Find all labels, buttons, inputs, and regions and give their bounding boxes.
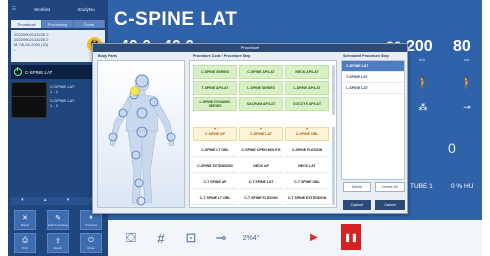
ma-unit: mA	[419, 57, 425, 62]
procedure-step[interactable]: C-SPINE FLEXION	[285, 143, 329, 157]
procedure-step[interactable]: C-T SPINE AP	[193, 175, 237, 189]
print-label: Print	[21, 245, 29, 250]
procedure-step-grid: C-SPINE AP C-SPINE LAT C-SPINE OBL C-SPI…	[193, 127, 329, 205]
ms-value[interactable]: 80	[453, 38, 471, 56]
procedure-code[interactable]: C-SPINE AP/LAT	[239, 65, 283, 79]
hu-label: 0 % HU	[451, 183, 474, 190]
procedure-code-scrollbar[interactable]	[332, 65, 335, 115]
series-thumbnail[interactable]	[11, 96, 47, 118]
procedure-step[interactable]: C-SPINE LAT	[239, 127, 283, 141]
scheduled-header: Scheduled Procedure Step	[343, 54, 389, 58]
left-tabs: Thumbnail Processing Guide	[11, 20, 105, 28]
angle-chip[interactable]: 2%4°	[236, 235, 266, 242]
reject-label: Reject	[20, 222, 30, 227]
procedure-step[interactable]: C-T SPINE LT OBL	[193, 191, 237, 205]
edit-procedure-label: Edit Procedure	[48, 222, 68, 227]
procedure-code[interactable]: L-SPINE SERIES	[239, 81, 283, 95]
scheduled-item[interactable]: T-SPINE LAT	[342, 72, 404, 83]
study-no-label[interactable]: StudyNo	[64, 7, 108, 12]
procedure-step[interactable]: C-SPINE OPEN MOUTH	[239, 143, 283, 157]
tab-guide[interactable]: Guide	[74, 20, 105, 28]
edit-procedure-button[interactable]: ✎ Edit Procedure	[47, 210, 69, 230]
body-parts-panel	[97, 60, 185, 208]
dialog-title: Procedure	[93, 44, 407, 52]
grid-icon[interactable]: #	[146, 231, 176, 246]
patient-standing-icon[interactable]: 🚶	[412, 76, 434, 90]
export-label: Export	[53, 245, 63, 250]
body-figure	[98, 61, 184, 207]
procedure-list: C-SPINE SERIES C-SPINE AP/LAT NECK AP/LA…	[189, 60, 337, 208]
collapse-icon[interactable]: ▾	[21, 197, 24, 205]
reject-button[interactable]: ✕ Reject	[14, 210, 36, 230]
procedure-code[interactable]: NECK AP/LAT	[285, 65, 329, 79]
tab-processing[interactable]: Processing	[42, 20, 74, 28]
worklist-label[interactable]: Worklist	[20, 7, 64, 12]
delete-all-button[interactable]: Delete All	[375, 182, 405, 192]
scheduled-item[interactable]: L-SPINE LAT	[342, 83, 404, 94]
capture-button[interactable]: Capture	[343, 200, 371, 210]
angle-chip-label: 2%4°	[242, 234, 260, 242]
current-series[interactable]: C-SPINE LAT	[11, 65, 105, 79]
patient-info: 20220902143225 2 20220902143225 2 M, 05-…	[11, 30, 105, 62]
cancel-button[interactable]: Cancel	[375, 200, 405, 210]
tab-thumbnail[interactable]: Thumbnail	[11, 20, 43, 28]
left-toolbar: ▾ ▴ ▾ ⇔	[11, 197, 105, 205]
pause-button[interactable]: ❚❚	[341, 224, 361, 250]
detector-icon[interactable]: ⊸	[456, 102, 478, 113]
procedure-step[interactable]: C-T SPINE LAT	[239, 175, 283, 189]
procedure-code[interactable]: L-SPINE AP/LAT	[285, 81, 329, 95]
procedure-step[interactable]: C-T SPINE FLEXION	[239, 191, 283, 205]
current-series-label: C-SPINE LAT	[25, 69, 53, 75]
procedure-code[interactable]: SACRUM AP/LAT	[239, 97, 283, 111]
procedure-step[interactable]: C-T SPINE OBL	[285, 175, 329, 189]
export-button[interactable]: ⇪ Export	[47, 233, 69, 253]
body-parts-header: Body Parts	[98, 54, 117, 58]
angle-value: 0	[448, 140, 456, 156]
table-icon[interactable]: ⛋	[116, 230, 146, 246]
scheduled-item[interactable]: C-SPINE LAT	[342, 61, 404, 72]
aec-icon[interactable]: ⊡	[176, 230, 206, 246]
procedure-step[interactable]: C-T SPINE EXTENSION	[285, 191, 329, 205]
left-header: ☰ Worklist StudyNo	[8, 0, 108, 18]
procedure-step[interactable]: NECK AP	[239, 159, 283, 173]
close-button[interactable]: ⏻ Close	[80, 233, 102, 253]
procedure-step[interactable]: C-SPINE LT OBL	[193, 143, 237, 157]
procedure-title: C-SPINE LAT	[114, 9, 238, 30]
collimator-icon[interactable]: ⁂	[412, 102, 434, 113]
delete-button[interactable]: Delete	[343, 182, 371, 192]
procedure-dialog: Procedure Body Parts Procedure Code / Pr…	[92, 43, 408, 214]
procedure-code-grid: C-SPINE SERIES C-SPINE AP/LAT NECK AP/LA…	[193, 65, 329, 111]
power-icon	[14, 66, 22, 76]
scroll-icon[interactable]: ▾	[67, 197, 70, 205]
procedure-code[interactable]: L-SPINE DYNAMIC SERIES	[193, 97, 237, 111]
procedure-step-scrollbar[interactable]	[332, 127, 335, 205]
patient-position-icon[interactable]: 🚶	[456, 76, 478, 90]
menu-icon[interactable]: ☰	[8, 6, 20, 12]
procedure-code[interactable]: T-SPINE AP/LAT	[193, 81, 237, 95]
tube-label[interactable]: TUBE 1	[410, 183, 433, 190]
procedure-step[interactable]: C-SPINE EXTENSION	[193, 159, 237, 173]
bottom-toolbar: ⛋ # ⊡ ⊸ 2%4°	[108, 220, 482, 256]
suspend-label: Suspend	[85, 222, 97, 227]
ms-unit: ms	[464, 57, 470, 62]
expand-icon[interactable]: ▴	[44, 197, 47, 205]
play-icon[interactable]: ▶	[310, 232, 318, 243]
procedure-step[interactable]: C-SPINE OBL	[285, 127, 329, 141]
procedure-code[interactable]: C-SPINE SERIES	[193, 65, 237, 79]
procedure-header: Procedure Code / Procedure Step	[193, 54, 251, 58]
procedure-code[interactable]: COCCYX AP/LAT	[285, 97, 329, 111]
scheduled-list: C-SPINE LAT T-SPINE LAT L-SPINE LAT	[341, 60, 405, 180]
selected-body-part[interactable]	[130, 86, 140, 96]
filter-icon[interactable]: ⊸	[206, 230, 236, 246]
print-button[interactable]: ⎙ Print	[14, 233, 36, 253]
procedure-step[interactable]: NECK LAT	[285, 159, 329, 173]
acquisition-screen: ☰ Worklist StudyNo Thumbnail Processing …	[8, 0, 482, 256]
ma-value[interactable]: 200	[406, 38, 433, 56]
procedure-step[interactable]: C-SPINE AP	[193, 127, 237, 141]
close-label: Close	[87, 245, 95, 250]
